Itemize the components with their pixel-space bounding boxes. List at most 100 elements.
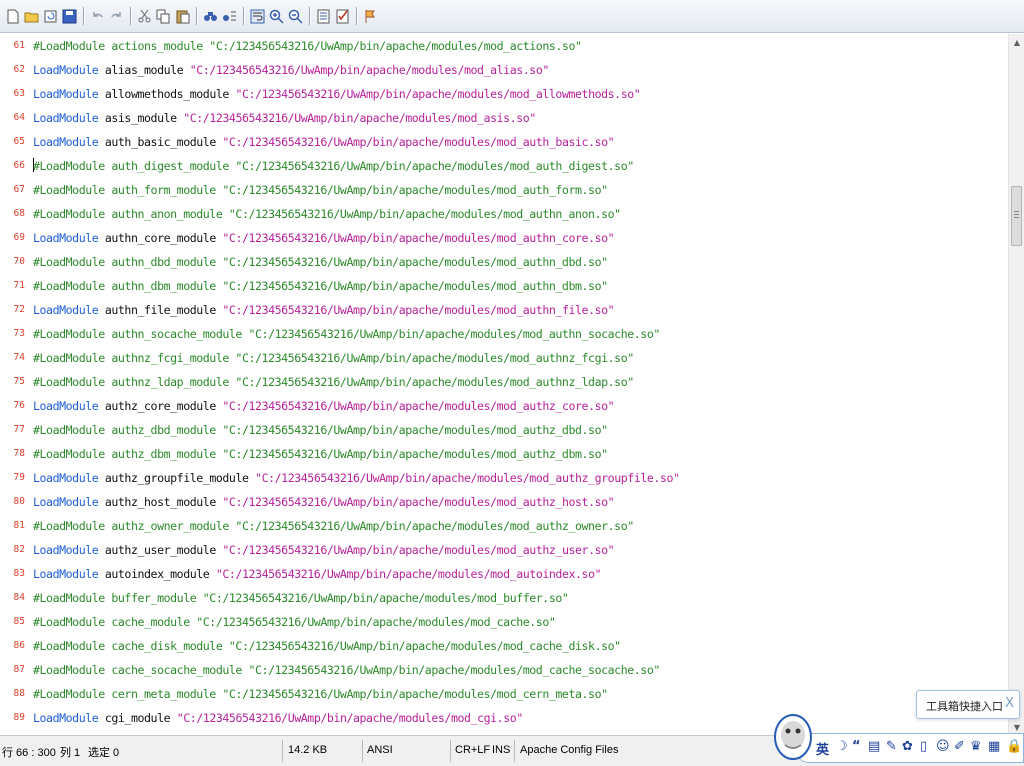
code-line[interactable]: 70 #LoadModule authn_dbd_module "C:/12345… <box>0 250 1008 274</box>
directive-keyword: LoadModule <box>33 111 99 125</box>
zoom-in-icon[interactable] <box>267 6 285 26</box>
settings-icon[interactable]: ✿ <box>902 739 913 754</box>
punctuation-icon[interactable]: “ <box>852 739 861 754</box>
module-path-string: "C:/123456543216/UwAmp/bin/apache/module… <box>189 63 550 77</box>
paste-icon[interactable] <box>173 6 191 26</box>
scrollbar-thumb[interactable] <box>1011 186 1022 246</box>
line-code: LoadModule autoindex_module "C:/12345654… <box>33 562 602 586</box>
directive-keyword: LoadModule <box>33 87 99 101</box>
module-name: allowmethods_module <box>98 87 236 101</box>
find-icon[interactable] <box>201 6 219 26</box>
clipboard-icon[interactable]: ▯ <box>920 739 927 754</box>
code-line[interactable]: 67 #LoadModule auth_form_module "C:/12345… <box>0 178 1008 202</box>
status-encoding[interactable]: ANSI <box>367 744 393 756</box>
comment-text: #LoadModule buffer_module "C:/1234565432… <box>33 591 569 605</box>
module-name: autoindex_module <box>98 567 216 581</box>
code-line[interactable]: 82 LoadModule authz_user_module "C:/12345… <box>0 538 1008 562</box>
code-line[interactable]: 69 LoadModule authn_core_module "C:/12345… <box>0 226 1008 250</box>
code-line[interactable]: 66 #LoadModule auth_digest_module "C:/123… <box>0 154 1008 178</box>
directive-keyword: LoadModule <box>33 495 99 509</box>
word-wrap-icon[interactable] <box>248 6 266 26</box>
line-code: #LoadModule authnz_fcgi_module "C:/12345… <box>33 346 634 370</box>
module-path-string: "C:/123456543216/UwAmp/bin/apache/module… <box>176 711 524 725</box>
emoji-icon[interactable]: ☺ <box>936 739 950 754</box>
code-line[interactable]: 88 #LoadModule cern_meta_module "C:/12345… <box>0 682 1008 706</box>
module-name: authn_core_module <box>98 231 223 245</box>
status-file-size: 14.2 KB <box>288 744 328 756</box>
shirt-icon[interactable]: ♛ <box>970 739 982 754</box>
status-line-ending[interactable]: CR+LF <box>455 744 490 756</box>
grid-icon[interactable]: ▦ <box>988 739 1000 754</box>
ime-mode-toggle[interactable]: 英 <box>816 739 829 758</box>
close-icon[interactable]: X <box>1005 696 1014 711</box>
code-line[interactable]: 78 #LoadModule authz_dbm_module "C:/12345… <box>0 442 1008 466</box>
reload-icon[interactable] <box>41 6 59 26</box>
code-line[interactable]: 64 LoadModule asis_module "C:/12345654321… <box>0 106 1008 130</box>
module-path-string: "C:/123456543216/UwAmp/bin/apache/module… <box>222 231 615 245</box>
cut-icon[interactable] <box>135 6 153 26</box>
comment-text: #LoadModule authn_socache_module "C:/123… <box>33 327 660 341</box>
editor-area[interactable]: 61 #LoadModule actions_module "C:/1234565… <box>0 34 1008 735</box>
code-line[interactable]: 87 #LoadModule cache_socache_module "C:/1… <box>0 658 1008 682</box>
list-icon[interactable] <box>314 6 332 26</box>
new-file-icon[interactable] <box>3 6 21 26</box>
code-line[interactable]: 61 #LoadModule actions_module "C:/1234565… <box>0 34 1008 58</box>
comment-text: #LoadModule cache_module "C:/12345654321… <box>33 615 556 629</box>
line-number: 74 <box>13 352 25 363</box>
moon-icon[interactable]: ☽ <box>836 739 848 754</box>
status-file-type[interactable]: Apache Config Files <box>520 744 618 756</box>
code-line[interactable]: 86 #LoadModule cache_disk_module "C:/1234… <box>0 634 1008 658</box>
line-number: 85 <box>13 616 25 627</box>
pen-icon[interactable]: ✐ <box>954 739 965 754</box>
comment-text: #LoadModule authz_owner_module "C:/12345… <box>33 519 634 533</box>
code-line[interactable]: 71 #LoadModule authn_dbm_module "C:/12345… <box>0 274 1008 298</box>
line-code: LoadModule authz_user_module "C:/1234565… <box>33 538 615 562</box>
line-number: 82 <box>13 544 25 555</box>
vertical-scrollbar[interactable]: ▲ ▼ <box>1008 34 1024 735</box>
zoom-out-icon[interactable] <box>286 6 304 26</box>
code-line[interactable]: 89 LoadModule cgi_module "C:/123456543216… <box>0 706 1008 730</box>
line-code: #LoadModule authz_dbm_module "C:/1234565… <box>33 442 608 466</box>
code-line[interactable]: 73 #LoadModule authn_socache_module "C:/1… <box>0 322 1008 346</box>
checklist-icon[interactable] <box>333 6 351 26</box>
replace-icon[interactable] <box>220 6 238 26</box>
code-line[interactable]: 75 #LoadModule authnz_ldap_module "C:/123… <box>0 370 1008 394</box>
code-line[interactable]: 80 LoadModule authz_host_module "C:/12345… <box>0 490 1008 514</box>
line-number: 83 <box>13 568 25 579</box>
undo-icon[interactable] <box>88 6 106 26</box>
code-line[interactable]: 62 LoadModule alias_module "C:/1234565432… <box>0 58 1008 82</box>
code-line[interactable]: 72 LoadModule authn_file_module "C:/12345… <box>0 298 1008 322</box>
copy-icon[interactable] <box>154 6 172 26</box>
redo-icon[interactable] <box>107 6 125 26</box>
module-name: alias_module <box>98 63 190 77</box>
code-line[interactable]: 63 LoadModule allowmethods_module "C:/123… <box>0 82 1008 106</box>
keyboard-icon[interactable]: ▤ <box>868 739 880 754</box>
save-icon[interactable] <box>60 6 78 26</box>
code-line[interactable]: 79 LoadModule authz_groupfile_module "C:/… <box>0 466 1008 490</box>
line-number: 78 <box>13 448 25 459</box>
code-line[interactable]: 74 #LoadModule authnz_fcgi_module "C:/123… <box>0 346 1008 370</box>
line-number: 75 <box>13 376 25 387</box>
code-line[interactable]: 83 LoadModule autoindex_module "C:/123456… <box>0 562 1008 586</box>
open-file-icon[interactable] <box>22 6 40 26</box>
scroll-up-arrow-icon[interactable]: ▲ <box>1009 34 1024 50</box>
tool-icon[interactable]: ✎ <box>886 739 897 754</box>
code-line[interactable]: 77 #LoadModule authz_dbd_module "C:/12345… <box>0 418 1008 442</box>
status-insert-mode[interactable]: INS <box>492 744 510 756</box>
code-line[interactable]: 84 #LoadModule buffer_module "C:/12345654… <box>0 586 1008 610</box>
run-icon[interactable] <box>361 6 379 26</box>
code-line[interactable]: 68 #LoadModule authn_anon_module "C:/1234… <box>0 202 1008 226</box>
lock-icon[interactable]: 🔒 <box>1006 739 1022 754</box>
line-code: #LoadModule auth_form_module "C:/1234565… <box>33 178 608 202</box>
code-line[interactable]: 85 #LoadModule cache_module "C:/123456543… <box>0 610 1008 634</box>
code-line[interactable]: 76 LoadModule authz_core_module "C:/12345… <box>0 394 1008 418</box>
ime-toolbox-tooltip[interactable]: 工具箱快捷入口 X <box>916 690 1020 719</box>
comment-text: #LoadModule auth_digest_module "C:/12345… <box>33 159 634 173</box>
line-number: 72 <box>13 304 25 315</box>
toolbar <box>0 0 1024 33</box>
line-number: 66 <box>13 160 25 171</box>
code-line[interactable]: 81 #LoadModule authz_owner_module "C:/123… <box>0 514 1008 538</box>
ime-mascot-icon[interactable] <box>773 705 813 761</box>
ime-tooltip-text: 工具箱快捷入口 <box>926 700 1003 713</box>
code-line[interactable]: 65 LoadModule auth_basic_module "C:/12345… <box>0 130 1008 154</box>
